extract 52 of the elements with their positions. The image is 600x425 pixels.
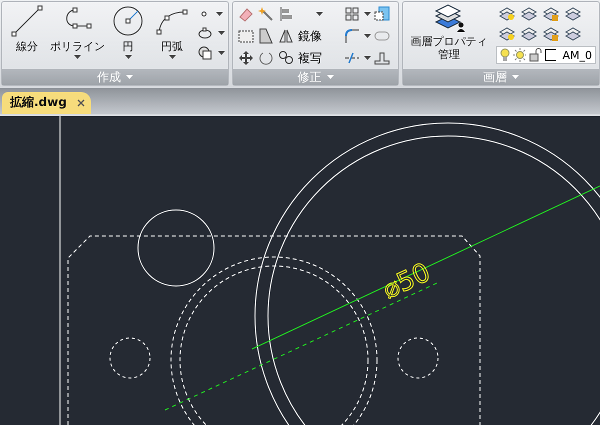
box-icon[interactable] bbox=[374, 6, 390, 22]
rotate-icon[interactable] bbox=[258, 50, 274, 66]
copy-icon bbox=[278, 50, 294, 66]
dimension-text: ⌀50 bbox=[378, 258, 436, 306]
layer-tool-icon[interactable] bbox=[521, 6, 537, 22]
stretch-icon[interactable] bbox=[258, 28, 274, 44]
circle-tool-icon bbox=[111, 4, 145, 38]
hatch-tool-icon[interactable] bbox=[198, 46, 212, 60]
sun-icon bbox=[512, 48, 526, 62]
tool-label[interactable]: 鏡像 bbox=[296, 28, 322, 44]
caret-icon bbox=[74, 55, 81, 59]
caret-icon bbox=[124, 55, 132, 59]
caret-icon[interactable] bbox=[316, 12, 322, 16]
break-icon[interactable] bbox=[344, 50, 360, 66]
dashed-hole bbox=[398, 338, 438, 378]
layer-tool-icon[interactable] bbox=[543, 26, 559, 42]
close-icon[interactable] bbox=[76, 98, 85, 106]
line-tool-icon bbox=[10, 4, 44, 38]
dashed-hole bbox=[110, 338, 150, 378]
eraser-icon[interactable] bbox=[238, 6, 254, 22]
caret-icon[interactable] bbox=[218, 31, 225, 35]
layer-tool-icon[interactable] bbox=[521, 26, 537, 42]
layer-tool-icon[interactable] bbox=[499, 26, 515, 42]
caret-icon[interactable] bbox=[364, 34, 370, 38]
trim-icon[interactable] bbox=[238, 28, 254, 44]
lightbulb-icon bbox=[500, 48, 510, 62]
layer-properties-button[interactable]: 画層プロパティ管理 bbox=[406, 4, 492, 61]
ellipse-tool-icon[interactable] bbox=[198, 27, 212, 39]
mirror-icon bbox=[278, 28, 294, 44]
wand-icon[interactable] bbox=[258, 6, 274, 22]
caret-icon[interactable] bbox=[364, 56, 370, 60]
file-tab[interactable]: 拡縮.dwg bbox=[2, 92, 91, 114]
unlocked-padlock-icon bbox=[528, 48, 542, 62]
ribbon-tool-button[interactable]: ポリライン bbox=[49, 4, 106, 59]
layer-tool-icon[interactable] bbox=[543, 6, 559, 22]
ribbon-tool-button[interactable]: 線分 bbox=[5, 4, 49, 54]
caret-icon[interactable] bbox=[218, 51, 225, 55]
layer-tool-icon[interactable] bbox=[565, 26, 581, 42]
layer-tool-icon[interactable] bbox=[565, 6, 581, 22]
ribbon-tool-button[interactable]: 円弧 bbox=[150, 4, 194, 59]
layer-dropdown[interactable]: AM_0 bbox=[496, 46, 596, 64]
layer-tool-icon[interactable] bbox=[499, 6, 515, 22]
ribbon-tool-button[interactable]: 円 bbox=[106, 4, 150, 59]
fillet-icon[interactable] bbox=[344, 28, 360, 44]
caret-icon[interactable] bbox=[364, 12, 370, 16]
align-icon[interactable] bbox=[278, 6, 294, 22]
tool-label[interactable]: 複写 bbox=[296, 50, 322, 66]
caret-icon bbox=[168, 55, 176, 59]
array-icon[interactable] bbox=[344, 6, 360, 22]
move-icon[interactable] bbox=[238, 50, 254, 66]
caret-icon[interactable] bbox=[216, 12, 223, 16]
offset-icon[interactable] bbox=[374, 51, 390, 65]
